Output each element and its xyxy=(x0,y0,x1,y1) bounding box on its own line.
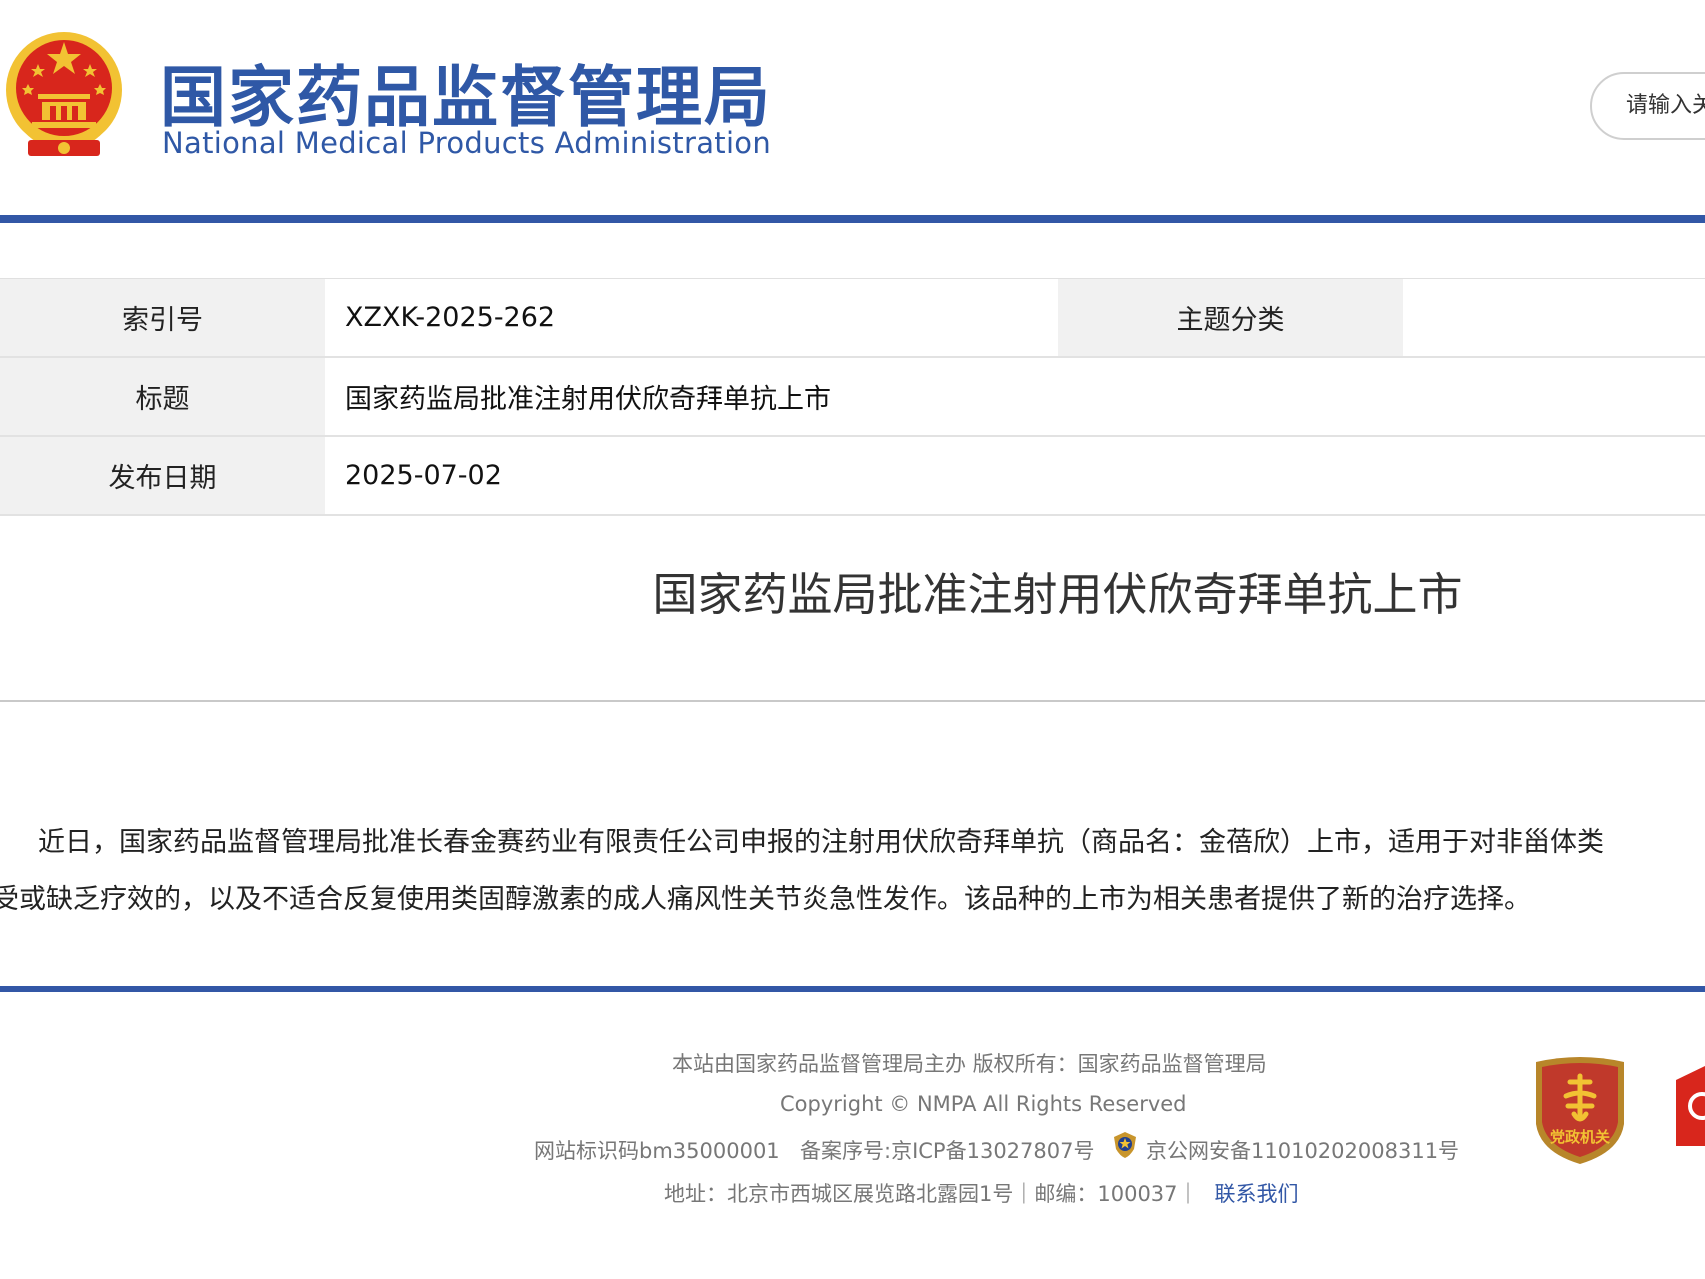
search-box[interactable] xyxy=(1590,72,1705,140)
title-label: 标题 xyxy=(0,358,325,435)
site-header: 国家药品监督管理局 National Medical Products Admi… xyxy=(0,0,1705,218)
date-label: 发布日期 xyxy=(0,437,325,514)
article-body-line: 受或缺乏疗效的，以及不适合反复使用类固醇激素的成人痛风性关节炎急性发作。该品种的… xyxy=(0,884,1531,915)
footer-copyright: Copyright © NMPA All Rights Reserved xyxy=(780,1092,1187,1116)
search-input[interactable] xyxy=(1626,90,1705,120)
table-row: 发布日期 2025-07-02 xyxy=(0,437,1705,516)
table-row: 标题 国家药监局批准注射用伏欣奇拜单抗上市 xyxy=(0,358,1705,437)
site-logo-subtitle[interactable]: National Medical Products Administration xyxy=(162,126,771,160)
article-body-line: 近日，国家药品监督管理局批准长春金赛药业有限责任公司申报的注射用伏欣奇拜单抗（商… xyxy=(38,827,1604,858)
index-label: 索引号 xyxy=(0,279,325,356)
police-badge-icon xyxy=(1114,1132,1136,1158)
footer-divider xyxy=(0,986,1705,992)
national-emblem-icon[interactable] xyxy=(2,28,126,162)
category-label: 主题分类 xyxy=(1058,279,1403,356)
footer-address: 地址：北京市西城区展览路北露园1号｜邮编：100037｜ 联系我们 xyxy=(664,1178,1299,1208)
index-value: XZXK-2025-262 xyxy=(345,302,556,333)
footer-sponsor: 本站由国家药品监督管理局主办 版权所有：国家药品监督管理局 xyxy=(672,1052,1267,1076)
category-value xyxy=(1403,279,1705,356)
footer-icp-link[interactable]: 备案序号:京ICP备13027807号 xyxy=(800,1135,1094,1165)
article-info-table: 索引号 XZXK-2025-262 主题分类 标题 国家药监局批准注射用伏欣奇拜… xyxy=(0,278,1705,516)
title-value: 国家药监局批准注射用伏欣奇拜单抗上市 xyxy=(345,384,831,415)
party-government-badge-icon[interactable]: 党政机关 xyxy=(1532,1054,1628,1166)
footer-address-text: 地址：北京市西城区展览路北露园1号｜邮编：100037｜ xyxy=(664,1182,1199,1206)
red-partial-badge-icon[interactable] xyxy=(1676,1066,1705,1146)
date-value: 2025-07-02 xyxy=(345,460,502,491)
title-divider xyxy=(0,700,1705,702)
table-row: 索引号 XZXK-2025-262 主题分类 xyxy=(0,279,1705,358)
footer-site-code: 网站标识码bm35000001 xyxy=(534,1139,780,1163)
contact-us-link[interactable]: 联系我们 xyxy=(1215,1182,1299,1206)
article-title: 国家药监局批准注射用伏欣奇拜单抗上市 xyxy=(652,568,1463,621)
party-badge-text: 党政机关 xyxy=(1550,1128,1610,1146)
header-divider xyxy=(0,215,1705,223)
footer-police-link[interactable]: 京公网安备11010202008311号 xyxy=(1146,1135,1459,1165)
